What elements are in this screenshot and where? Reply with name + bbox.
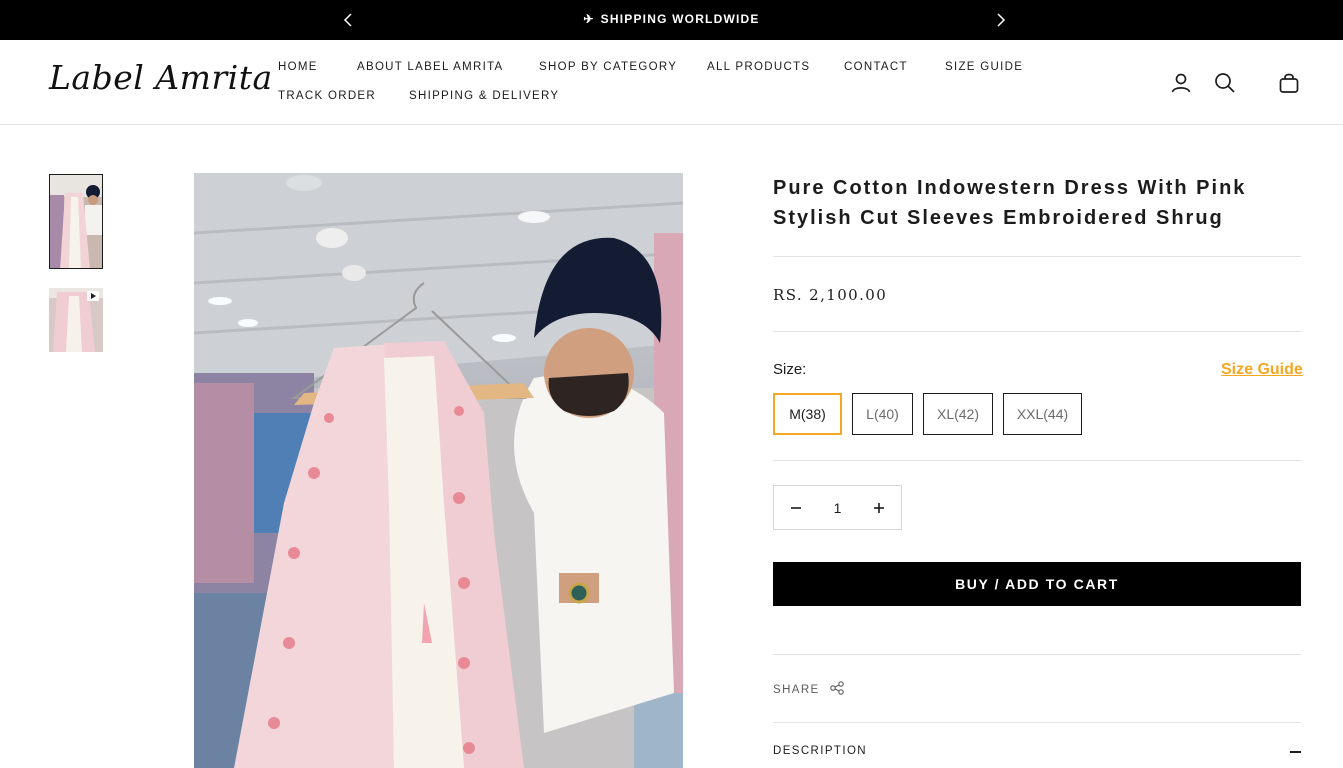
plus-icon[interactable] xyxy=(857,486,901,529)
size-guide-link[interactable]: Size Guide xyxy=(1221,361,1303,379)
product-price: RS. 2,100.00 xyxy=(773,286,888,304)
minus-icon[interactable] xyxy=(1290,751,1301,753)
divider xyxy=(773,256,1301,257)
size-option-l[interactable]: L(40) xyxy=(852,393,913,435)
description-label: DESCRIPTION xyxy=(773,745,867,757)
logo[interactable]: Label Amrita xyxy=(49,58,273,97)
size-option-m[interactable]: M(38) xyxy=(773,393,842,435)
account-icon[interactable] xyxy=(1170,72,1192,94)
share-button[interactable]: SHARE xyxy=(773,681,844,698)
divider xyxy=(773,654,1301,655)
share-label: SHARE xyxy=(773,683,820,696)
nav-item-track-order[interactable]: TRACK ORDER xyxy=(278,90,376,102)
nav-item-all-products[interactable]: ALL PRODUCTS xyxy=(707,61,810,73)
gallery-thumbnail-1[interactable] xyxy=(49,174,103,269)
announcement-text: SHIPPING WORLDWIDE xyxy=(600,12,760,26)
airplane-icon: ✈ xyxy=(583,12,595,26)
announcement-bar: ✈ SHIPPING WORLDWIDE xyxy=(0,0,1343,40)
nav-item-home[interactable]: HOME xyxy=(278,61,318,73)
divider xyxy=(773,460,1301,461)
chevron-right-icon[interactable] xyxy=(991,10,1011,30)
announcement-message: ✈ SHIPPING WORLDWIDE xyxy=(0,12,1343,26)
divider xyxy=(773,722,1301,723)
site-header: Label Amrita HOME ABOUT LABEL AMRITA SHO… xyxy=(0,40,1343,125)
minus-icon[interactable] xyxy=(774,486,818,529)
nav-item-size-guide[interactable]: SIZE GUIDE xyxy=(945,61,1023,73)
size-option-xxl[interactable]: XXL(44) xyxy=(1003,393,1082,435)
product-info: Pure Cotton Indowestern Dress With Pink … xyxy=(773,173,1301,233)
size-label: Size: xyxy=(773,361,807,378)
quantity-value[interactable]: 1 xyxy=(818,500,857,516)
nav-item-shop-by-category[interactable]: SHOP BY CATEGORY xyxy=(539,61,677,73)
product-main-image[interactable] xyxy=(194,173,683,768)
search-icon[interactable] xyxy=(1214,72,1236,94)
share-icon xyxy=(829,681,844,698)
gallery-thumbnail-2[interactable] xyxy=(49,288,103,352)
nav-item-about[interactable]: ABOUT LABEL AMRITA xyxy=(357,61,504,73)
add-to-cart-button[interactable]: BUY / ADD TO CART xyxy=(773,562,1301,606)
bag-icon[interactable] xyxy=(1278,72,1300,94)
nav-item-shipping-delivery[interactable]: SHIPPING & DELIVERY xyxy=(409,90,559,102)
description-accordion[interactable]: DESCRIPTION xyxy=(773,745,1301,757)
divider xyxy=(773,331,1301,332)
nav-item-contact[interactable]: CONTACT xyxy=(844,61,908,73)
quantity-stepper: 1 xyxy=(773,485,902,530)
product-title: Pure Cotton Indowestern Dress With Pink … xyxy=(773,177,1247,229)
size-option-xl[interactable]: XL(42) xyxy=(923,393,993,435)
